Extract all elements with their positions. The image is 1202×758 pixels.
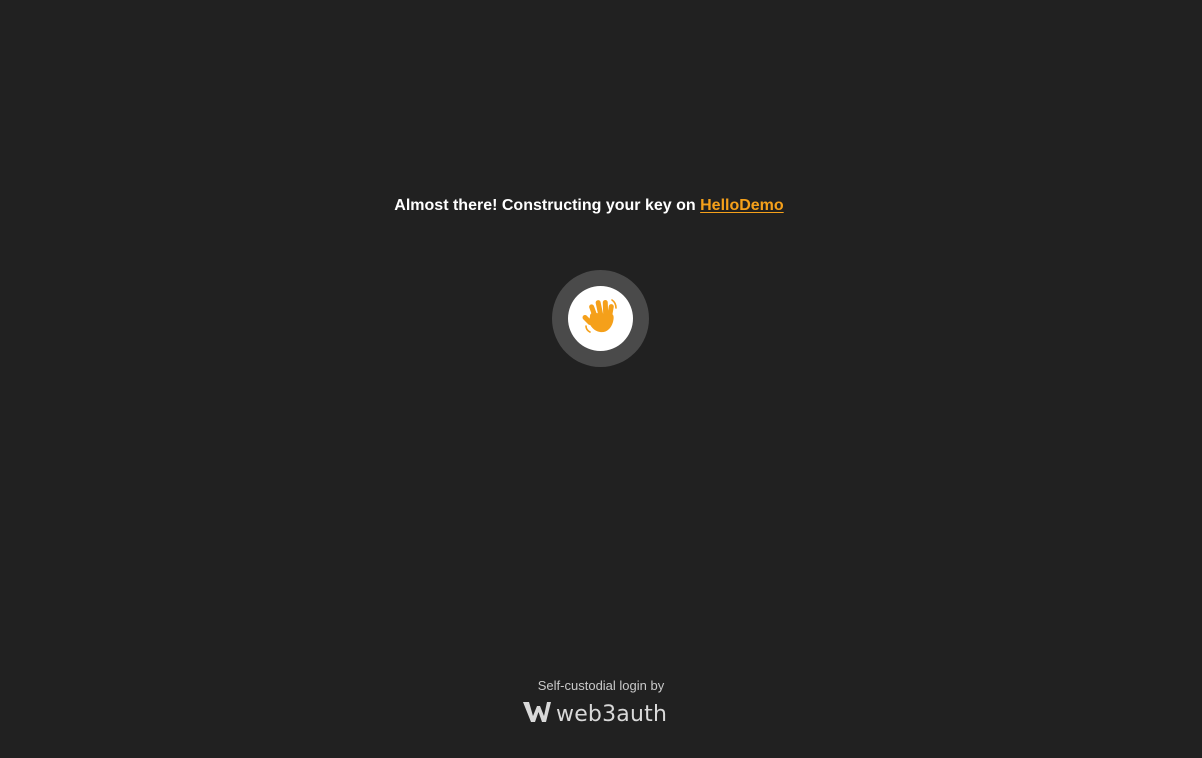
- status-text: Almost there! Constructing your key on: [394, 197, 701, 214]
- app-name-link[interactable]: HelloDemo: [700, 197, 784, 214]
- brand-name: web3auth: [556, 701, 668, 727]
- web3auth-logo-icon: [522, 700, 552, 729]
- loading-spinner: [552, 270, 649, 367]
- footer-label: Self-custodial login by: [537, 678, 665, 693]
- login-page: Almost there! Constructing your key on H…: [0, 0, 1202, 758]
- status-heading: Almost there! Constructing your key on H…: [0, 194, 1178, 218]
- loader-center: [568, 286, 633, 351]
- waving-hand-icon: [581, 296, 621, 341]
- web3auth-brand: web3auth: [522, 700, 680, 728]
